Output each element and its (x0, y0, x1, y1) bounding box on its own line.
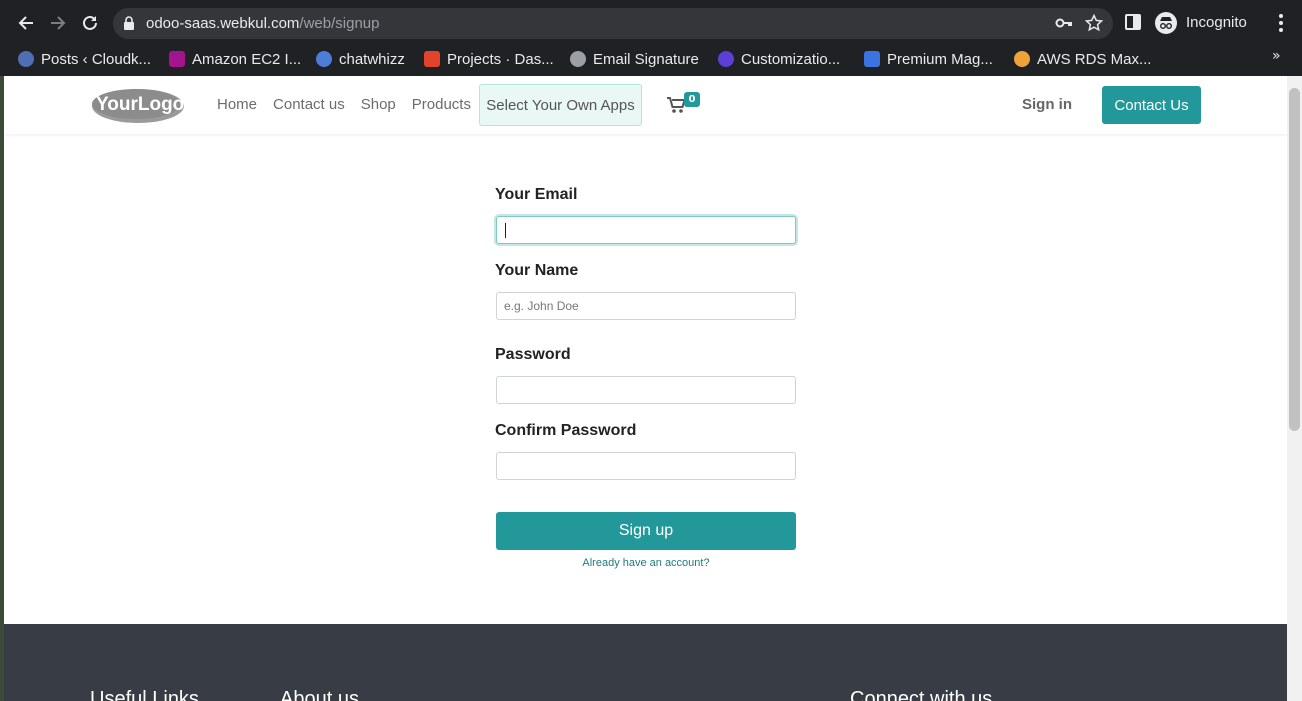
password-label: Password (495, 346, 571, 363)
email-label: Your Email (495, 186, 578, 203)
bookmark-item[interactable]: Amazon EC2 I... (169, 48, 301, 70)
key-icon[interactable] (1055, 15, 1073, 31)
main-nav: Home Contact us Shop Products (217, 96, 471, 113)
address-bar[interactable]: odoo-saas.webkul.com/web/signup (113, 8, 1113, 39)
email-field-wrap (495, 216, 796, 244)
lock-icon (124, 16, 134, 30)
scrollbar-thumb[interactable] (1289, 88, 1300, 431)
bookmark-item[interactable]: Customizatio... (718, 48, 840, 70)
bookmark-item[interactable]: Email Signature (570, 48, 699, 70)
more-bookmarks-button[interactable]: » (1272, 48, 1281, 64)
browser-toolbar: odoo-saas.webkul.com/web/signup Incognit… (0, 0, 1302, 46)
url-host: odoo-saas.webkul.com (146, 15, 300, 32)
bookmark-item[interactable]: Projects · Das... (424, 48, 554, 70)
select-apps-button[interactable]: Select Your Own Apps (479, 84, 642, 126)
site-header: YourLogo Home Contact us Shop Products S… (4, 76, 1287, 134)
gears-icon (1014, 51, 1030, 67)
already-have-account-link[interactable]: Already have an account? (496, 557, 796, 569)
incognito-icon[interactable] (1155, 12, 1177, 34)
star-icon[interactable] (1085, 14, 1103, 32)
chat-bubble-icon (316, 51, 332, 67)
sign-up-button[interactable]: Sign up (496, 512, 796, 550)
url-path: /web/signup (299, 15, 380, 32)
side-panel-icon[interactable] (1125, 14, 1141, 30)
name-label: Your Name (495, 262, 579, 279)
name-field[interactable] (496, 292, 796, 320)
password-field[interactable] (496, 376, 796, 404)
confirm-password-label: Confirm Password (495, 422, 637, 439)
sign-in-link[interactable]: Sign in (1022, 96, 1072, 113)
nav-contact-us[interactable]: Contact us (273, 96, 345, 113)
chart-icon (864, 51, 880, 67)
bookmark-item[interactable]: Posts ‹ Cloudk... (18, 48, 151, 70)
text-caret (505, 223, 506, 238)
contact-us-button[interactable]: Contact Us (1102, 86, 1201, 124)
cart-count-badge: 0 (684, 92, 700, 107)
site-footer: Useful Links About us Connect with us (4, 624, 1287, 701)
site-logo[interactable]: YourLogo (90, 86, 185, 124)
incognito-label[interactable]: Incognito (1186, 14, 1247, 31)
url-text: odoo-saas.webkul.com/web/signup (146, 15, 379, 32)
forward-button[interactable] (46, 11, 70, 35)
logo-text: YourLogo (96, 94, 184, 115)
bookmarks-bar: Posts ‹ Cloudk... Amazon EC2 I... chatwh… (0, 46, 1302, 76)
confirm-password-field[interactable] (496, 452, 796, 480)
gitlab-icon (424, 51, 440, 67)
nav-shop[interactable]: Shop (361, 96, 396, 113)
arrow-right-icon (51, 16, 66, 30)
hexagon-icon (718, 51, 734, 67)
email-field[interactable] (496, 216, 796, 244)
page-scrollbar[interactable] (1287, 76, 1302, 701)
back-button[interactable] (14, 11, 38, 35)
footer-connect-heading: Connect with us (850, 688, 993, 701)
arrow-left-icon (18, 16, 33, 30)
footer-about-us-heading: About us (280, 688, 359, 701)
bookmark-item[interactable]: AWS RDS Max... (1014, 48, 1151, 70)
globe-icon (570, 51, 586, 67)
reload-button[interactable] (78, 11, 102, 35)
nav-home[interactable]: Home (217, 96, 257, 113)
cart-icon[interactable] (666, 96, 686, 114)
web-page: YourLogo Home Contact us Shop Products S… (4, 76, 1287, 701)
nav-products[interactable]: Products (412, 96, 471, 113)
reload-icon (83, 15, 97, 30)
bookmark-item[interactable]: chatwhizz (316, 48, 405, 70)
browser-menu-icon[interactable] (1276, 14, 1286, 32)
bookmark-item[interactable]: Premium Mag... (864, 48, 993, 70)
wordpress-icon (18, 51, 34, 67)
heart-icon (169, 51, 185, 67)
footer-useful-links-heading: Useful Links (90, 688, 199, 701)
